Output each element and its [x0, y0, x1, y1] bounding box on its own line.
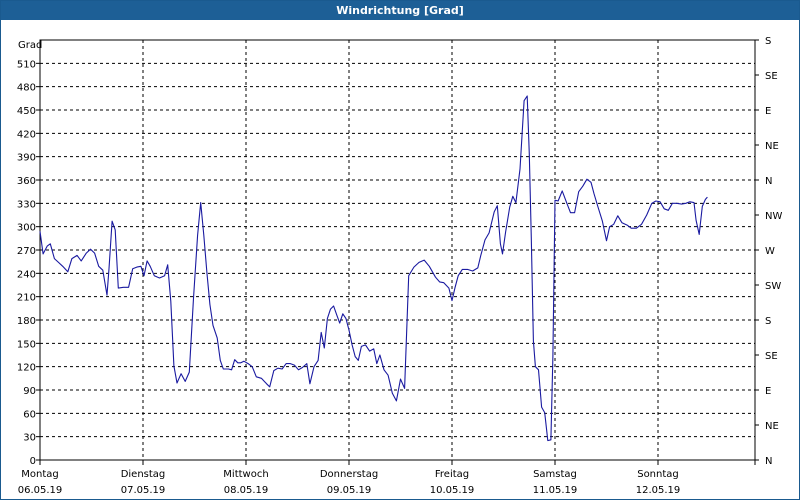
y-tick-label: 60: [23, 409, 36, 420]
right-axis-label: S: [765, 36, 771, 47]
y-axis-label: Grad: [18, 40, 42, 51]
y-tick-label: 210: [17, 293, 36, 304]
x-day-label: Samstag: [533, 469, 577, 480]
right-axis-label: SE: [765, 71, 778, 82]
x-axis: Montag 06.05.19 Dienstag 07.05.19 Mittwoch 08…: [18, 460, 756, 496]
y-tick-label: 270: [17, 246, 36, 257]
x-date-label: 09.05.19: [327, 485, 372, 496]
x-day-label: Sonntag: [637, 469, 679, 480]
right-axis-label: NE: [765, 141, 779, 152]
y-tick-label: 510: [17, 59, 36, 70]
right-axis: N NE E SE S SW W NW N NE E SE S: [755, 36, 782, 467]
y-tick-label: 360: [17, 176, 36, 187]
series-group: [39, 95, 708, 442]
y-tick-label: 450: [17, 106, 36, 117]
x-date-label: 06.05.19: [18, 485, 63, 496]
right-axis-label: SE: [765, 351, 778, 362]
y-tick-label: 120: [17, 363, 36, 374]
x-day-label: Mittwoch: [223, 469, 268, 480]
right-axis-label: SW: [765, 281, 781, 292]
x-date-label: 07.05.19: [121, 485, 166, 496]
right-axis-label: W: [765, 246, 775, 257]
y-tick-label: 0: [30, 456, 36, 467]
x-day-label: Freitag: [435, 469, 469, 480]
series-line-0: [39, 95, 708, 442]
y-tick-label: 90: [23, 386, 36, 397]
y-tick-label: 150: [17, 339, 36, 350]
x-date-label: 11.05.19: [533, 485, 578, 496]
y-tick-label: 300: [17, 223, 36, 234]
x-date-label: 12.05.19: [636, 485, 681, 496]
y-tick-label: 240: [17, 269, 36, 280]
right-axis-label: NE: [765, 421, 779, 432]
x-date-label: 10.05.19: [430, 485, 475, 496]
right-axis-label: S: [765, 316, 771, 327]
right-axis-label: N: [765, 456, 772, 467]
x-day-label: Dienstag: [121, 469, 166, 480]
x-day-label: Montag: [21, 469, 58, 480]
right-axis-label: E: [765, 106, 771, 117]
right-axis-label: E: [765, 386, 771, 397]
right-axis-label: N: [765, 176, 772, 187]
y-tick-label: 330: [17, 199, 36, 210]
right-axis-label: NW: [765, 211, 782, 222]
y-tick-label: 30: [23, 433, 36, 444]
y-tick-label: 180: [17, 316, 36, 327]
x-day-label: Donnerstag: [320, 469, 378, 480]
x-date-label: 08.05.19: [224, 485, 269, 496]
y-tick-label: 390: [17, 153, 36, 164]
y-tick-label: 420: [17, 129, 36, 140]
left-axis: 0 30 60 90 120 150 180 210 240 270 300 330 360 390 420…: [17, 59, 40, 467]
wind-direction-chart: 0 30 60 90 120 150 180 210 240 270 300 330 360 390 420…: [17, 36, 783, 496]
y-tick-label: 480: [17, 83, 36, 94]
